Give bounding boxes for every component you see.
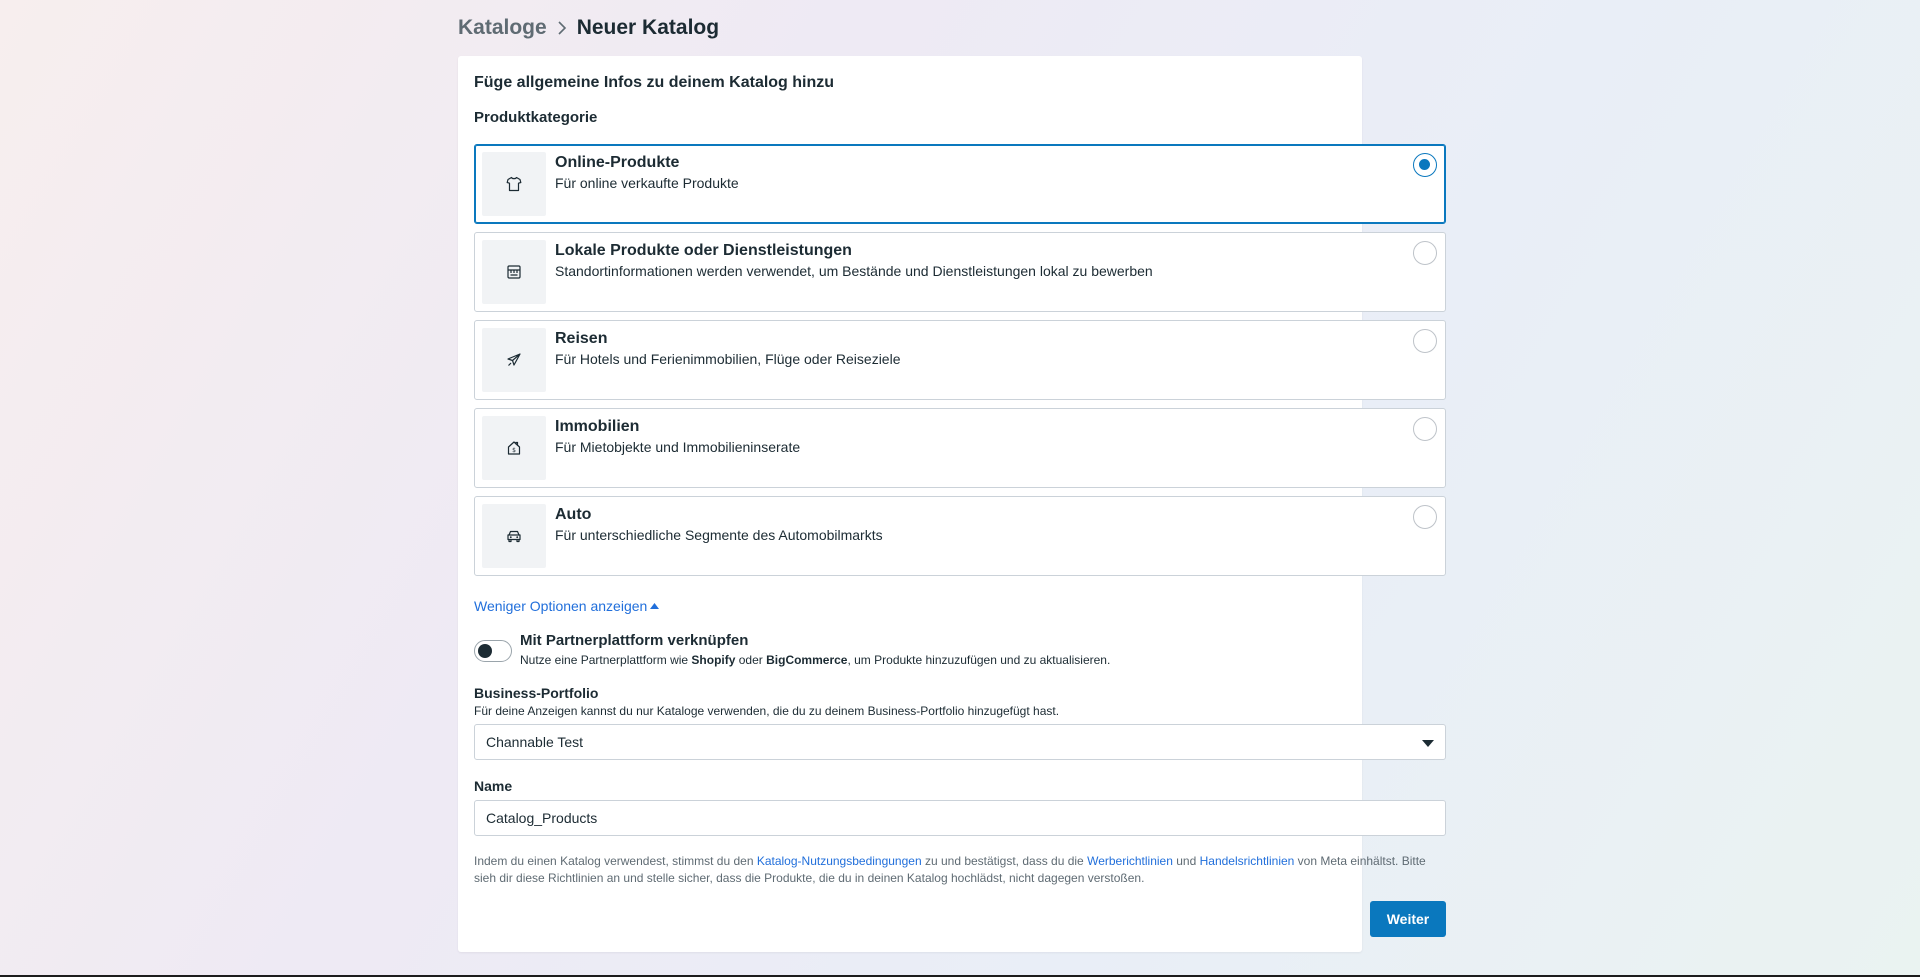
airplane-icon (482, 328, 546, 392)
chevron-right-icon (547, 14, 577, 42)
category-description: Für Hotels und Ferienimmobilien, Flüge o… (555, 351, 901, 367)
caret-down-icon (1421, 737, 1435, 749)
show-fewer-options-label: Weniger Optionen anzeigen (474, 598, 648, 614)
product-category-label: Produktkategorie (474, 109, 598, 126)
category-option-real-estate[interactable]: $ Immobilien Für Mietobjekte und Immobil… (474, 408, 1446, 488)
category-option-local[interactable]: Lokale Produkte oder Dienstleistungen St… (474, 232, 1446, 312)
category-radio-travel[interactable] (1413, 329, 1437, 353)
commerce-policies-link[interactable]: Handelsrichtlinien (1200, 854, 1295, 868)
partner-desc-text: , um Produkte hinzuzufügen und zu aktual… (847, 653, 1111, 667)
bigcommerce-text: BigCommerce (766, 653, 848, 667)
partner-desc-text: oder (735, 653, 767, 667)
category-description: Für Mietobjekte und Immobilieninserate (555, 439, 801, 455)
category-description: Für unterschiedliche Segmente des Automo… (555, 527, 883, 543)
category-radio-online[interactable] (1413, 153, 1437, 177)
page-title: Neuer Katalog (576, 16, 720, 39)
category-option-online[interactable]: Online-Produkte Für online verkaufte Pro… (474, 144, 1446, 224)
category-title: Lokale Produkte oder Dienstleistungen (555, 242, 852, 259)
breadcrumb-kataloge-link[interactable]: Kataloge (458, 16, 547, 40)
category-title: Immobilien (555, 418, 640, 435)
partner-platform-title: Mit Partnerplattform verknüpfen (520, 632, 749, 649)
business-portfolio-select[interactable]: Channable Test (474, 724, 1446, 760)
partner-desc-text: Nutze eine Partnerplattform wie (520, 653, 692, 667)
catalog-terms-link[interactable]: Katalog-Nutzungsbedingungen (757, 854, 922, 868)
tshirt-icon (482, 152, 546, 216)
show-fewer-options-link[interactable]: Weniger Optionen anzeigen (474, 598, 659, 614)
svg-text:$: $ (512, 447, 516, 454)
car-icon (482, 504, 546, 568)
house-icon: $ (482, 416, 546, 480)
caret-up-icon (649, 601, 659, 611)
legal-text: zu und bestätigst, dass du die (921, 854, 1088, 868)
category-radio-auto[interactable] (1413, 505, 1437, 529)
legal-text: Indem du einen Katalog verwendest, stimm… (474, 854, 757, 868)
category-option-auto[interactable]: Auto Für unterschiedliche Segmente des A… (474, 496, 1446, 576)
card-title: Füge allgemeine Infos zu deinem Katalog … (474, 74, 835, 91)
category-option-travel[interactable]: Reisen Für Hotels und Ferienimmobilien, … (474, 320, 1446, 400)
breadcrumb: Kataloge Neuer Katalog (458, 14, 719, 42)
shopify-text: Shopify (691, 653, 736, 667)
catalog-form-card: Füge allgemeine Infos zu deinem Katalog … (458, 56, 1446, 952)
store-icon (482, 240, 546, 304)
legal-text: und (1172, 854, 1200, 868)
category-radio-local[interactable] (1413, 241, 1437, 265)
advertising-policies-link[interactable]: Werberichtlinien (1087, 854, 1173, 868)
category-description: Standortinformationen werden verwendet, … (555, 263, 1153, 279)
category-title: Online-Produkte (555, 154, 680, 171)
category-title: Auto (555, 506, 592, 523)
category-title: Reisen (555, 330, 608, 347)
business-portfolio-description: Für deine Anzeigen kannst du nur Katalog… (474, 704, 1060, 718)
category-radio-real-estate[interactable] (1413, 417, 1437, 441)
catalog-name-input[interactable] (474, 800, 1446, 836)
partner-platform-description: Nutze eine Partnerplattform wie Shopify … (520, 653, 1110, 667)
business-portfolio-value: Channable Test (486, 734, 584, 750)
legal-notice: Indem du einen Katalog verwendest, stimm… (474, 853, 1444, 887)
name-label: Name (474, 778, 513, 794)
toggle-knob (478, 644, 492, 658)
partner-platform-toggle[interactable] (474, 640, 512, 662)
business-portfolio-label: Business-Portfolio (474, 685, 599, 701)
category-description: Für online verkaufte Produkte (555, 175, 739, 191)
next-button[interactable]: Weiter (1370, 901, 1446, 937)
